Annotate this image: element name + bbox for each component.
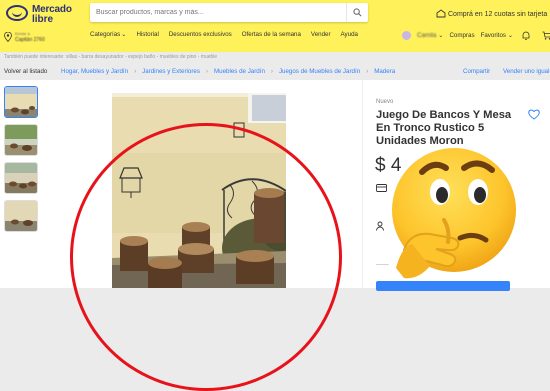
sell-similar-link[interactable]: Vender uno igual	[503, 68, 549, 75]
user-name[interactable]: Camila	[417, 32, 436, 39]
breadcrumb-item[interactable]: Madera	[374, 68, 395, 75]
nav-ofertas[interactable]: Ofertas de la semana	[242, 31, 301, 38]
nav-favoritos[interactable]: Favoritos	[481, 32, 506, 39]
thumbnail-4[interactable]	[4, 200, 38, 232]
card-icon	[436, 9, 446, 18]
chevron-down-icon: ⌄	[438, 32, 444, 39]
share-link[interactable]: Compartir	[463, 68, 490, 75]
thumbnail-3[interactable]	[4, 162, 38, 194]
search-icon	[353, 8, 362, 17]
chevron-down-icon: ⌄	[121, 31, 127, 38]
mercadolibre-logo[interactable]: Mercado libre	[6, 3, 88, 29]
back-to-list-link[interactable]: Volver al listado	[4, 68, 47, 75]
location-label: Enviar a	[15, 31, 30, 36]
handshake-icon	[6, 5, 28, 21]
bell-icon[interactable]	[522, 31, 530, 40]
nav-descuentos[interactable]: Descuentos exclusivos	[169, 31, 232, 38]
promo-text: Comprá en 12 cuotas sin tarjeta	[448, 11, 548, 18]
logo-word-2: libre	[32, 14, 54, 25]
breadcrumb-item[interactable]: Muebles de Jardín	[214, 68, 265, 75]
nav-categorias[interactable]: Categorías	[90, 31, 120, 38]
nav-ayuda[interactable]: Ayuda	[341, 31, 358, 38]
condition-label: Nuevo	[376, 99, 394, 105]
category-path: Hogar, Muebles y Jardín › Jardines y Exte…	[61, 68, 395, 75]
avatar[interactable]	[402, 31, 411, 40]
buy-now-button[interactable]	[376, 281, 510, 291]
thumbnail-1[interactable]	[4, 86, 38, 118]
red-circle-annotation	[70, 123, 342, 391]
breadcrumb-item[interactable]: Hogar, Muebles y Jardín	[61, 68, 128, 75]
column-divider	[362, 80, 363, 288]
breadcrumb-separator: ›	[134, 68, 137, 75]
breadcrumb-separator: ›	[270, 68, 273, 75]
user-nav: Camila ⌄ Compras Favoritos ⌄	[402, 31, 550, 40]
breadcrumb-item[interactable]: Jardines y Exteriores	[142, 68, 200, 75]
breadcrumb-separator: ›	[366, 68, 369, 75]
location-selector[interactable]: Enviar a Capitán 2760	[4, 29, 64, 47]
main-nav: Categorías ⌄ Historial Descuentos exclusi…	[90, 31, 358, 38]
header: Mercado libre Comprá en 12 cuotas sin ta…	[0, 0, 550, 52]
thinking-face-emoji	[392, 148, 516, 279]
interest-suggestions[interactable]: También puede interesarte: sillas - barr…	[4, 54, 217, 60]
nav-historial[interactable]: Historial	[136, 31, 158, 38]
chevron-down-icon: ⌄	[508, 32, 514, 39]
promo-banner[interactable]: Comprá en 12 cuotas sin tarjeta	[436, 9, 547, 18]
location-pin-icon	[4, 32, 12, 42]
thumbnail-2[interactable]	[4, 124, 38, 156]
search-input[interactable]	[90, 3, 340, 22]
location-address: Capitán 2760	[15, 37, 45, 43]
cart-icon[interactable]	[542, 31, 550, 40]
search-bar	[90, 3, 368, 22]
breadcrumb-item[interactable]: Juegos de Muebles de Jardín	[279, 68, 360, 75]
nav-vender[interactable]: Vender	[311, 31, 331, 38]
nav-compras[interactable]: Compras	[449, 32, 474, 39]
breadcrumb-separator: ›	[205, 68, 208, 75]
search-button[interactable]	[346, 3, 368, 22]
product-card: Nuevo Juego De Bancos Y Mesa En Tronco R…	[0, 80, 550, 391]
heart-icon[interactable]	[528, 109, 540, 120]
